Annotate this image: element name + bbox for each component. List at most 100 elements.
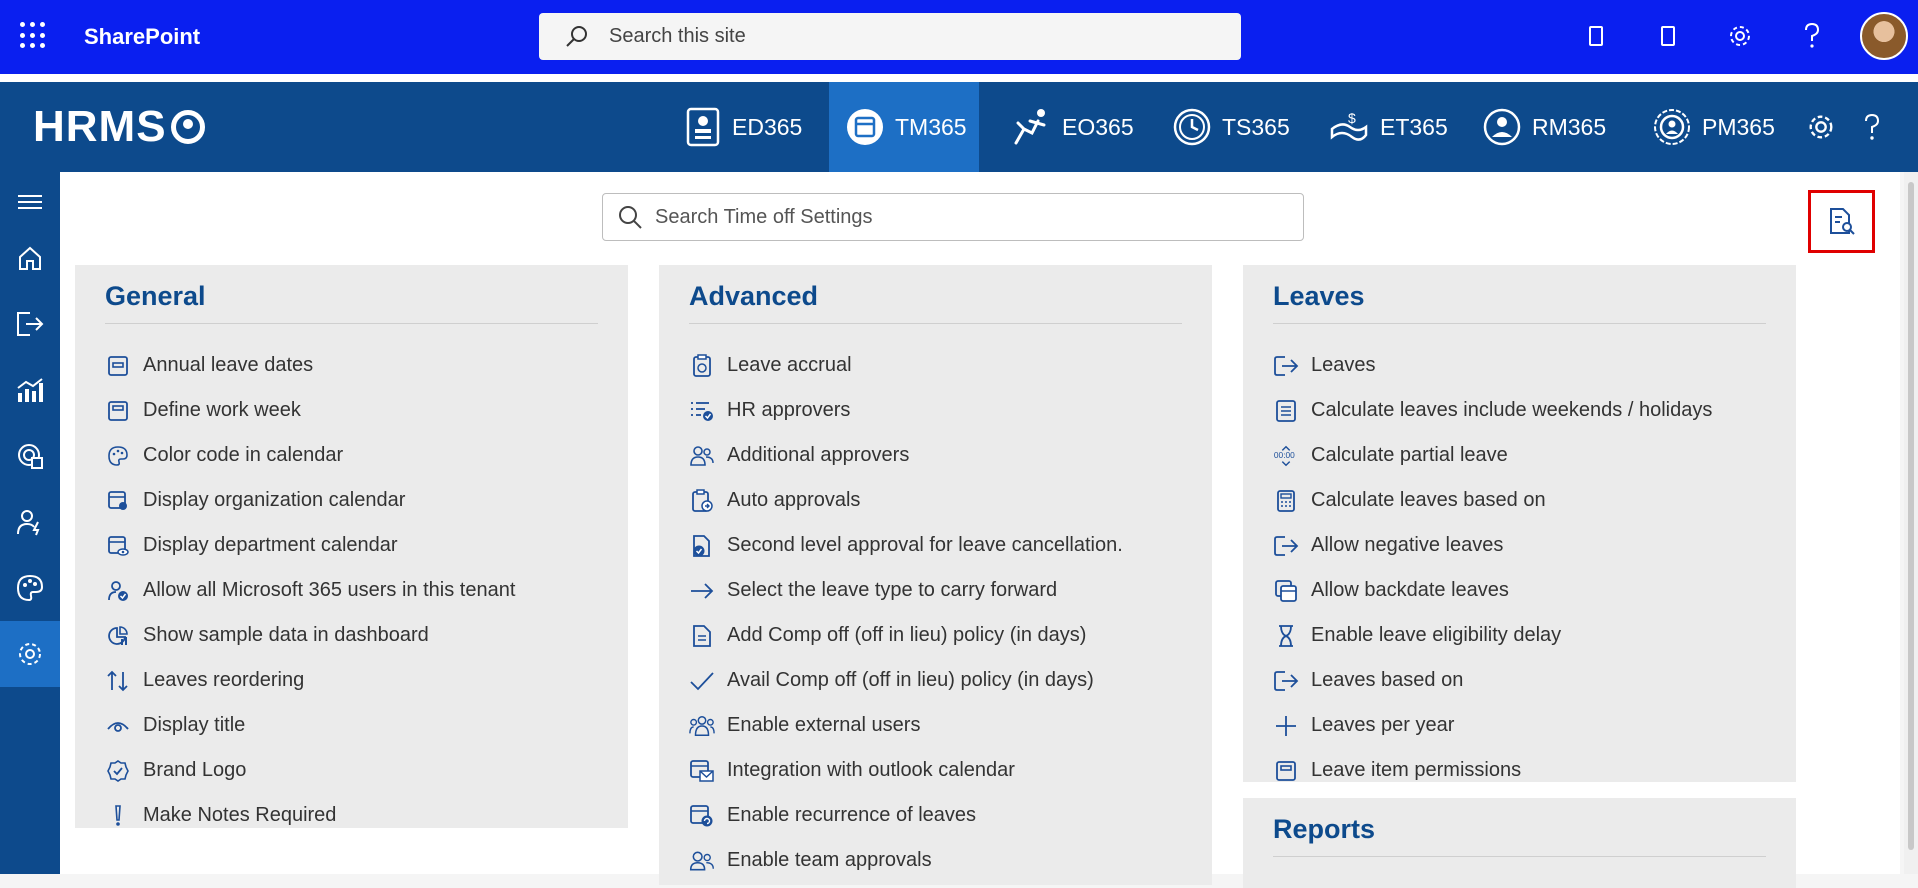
- list-item[interactable]: Select the leave type to carry forward: [689, 568, 1123, 613]
- general-settings-list: Annual leave dates Define work week Colo…: [105, 343, 515, 838]
- sort-arrows-icon: [105, 668, 131, 694]
- list-item[interactable]: Enable leave eligibility delay: [1273, 613, 1712, 658]
- list-item[interactable]: Enable recurrence of leaves: [689, 793, 1123, 838]
- list-item-label: Allow negative leaves: [1311, 534, 1504, 556]
- list-item[interactable]: Leave item permissions: [1273, 748, 1712, 793]
- list-item-label: Second level approval for leave cancella…: [727, 534, 1123, 556]
- list-item[interactable]: Leaves: [1273, 343, 1712, 388]
- list-item[interactable]: Avail Comp off (off in lieu) policy (in …: [689, 658, 1123, 703]
- list-item[interactable]: Brand Logo: [105, 748, 515, 793]
- list-item-label: Color code in calendar: [143, 444, 344, 466]
- list-item[interactable]: Calculate leaves based on: [1273, 478, 1712, 523]
- nav-rm365[interactable]: RM365: [1482, 82, 1632, 172]
- list-item[interactable]: Additional approvers: [689, 433, 1123, 478]
- sign-out-icon[interactable]: [0, 291, 60, 357]
- list-item[interactable]: Enable team approvals: [689, 838, 1123, 883]
- list-item[interactable]: Leaves per year: [1273, 703, 1712, 748]
- list-item[interactable]: Leave accrual: [689, 343, 1123, 388]
- list-item-label: Enable recurrence of leaves: [727, 804, 977, 826]
- help-icon: [1865, 113, 1880, 140]
- site-search-placeholder: Search this site: [609, 25, 746, 47]
- calendar-icon: [105, 398, 131, 424]
- list-item[interactable]: Allow all Microsoft 365 users in this te…: [105, 568, 515, 613]
- checkmark-icon: [689, 668, 715, 694]
- document-check-icon: [689, 533, 715, 559]
- ed365-icon: [686, 107, 720, 147]
- calendar-report-icon[interactable]: [0, 423, 60, 489]
- sharepoint-title[interactable]: SharePoint: [84, 24, 200, 50]
- analytics-icon[interactable]: [0, 357, 60, 423]
- divider: [105, 323, 598, 324]
- settings-gear-icon[interactable]: [0, 621, 60, 687]
- palette-icon[interactable]: [0, 555, 60, 621]
- list-item[interactable]: Make Notes Required: [105, 793, 515, 838]
- list-item-label: Add Comp off (off in lieu) policy (in da…: [727, 624, 1087, 646]
- list-item-label: Enable team approvals: [727, 849, 932, 871]
- card-title: Advanced: [689, 281, 819, 311]
- people-icon: [689, 443, 715, 469]
- time-off-settings-search[interactable]: Search Time off Settings: [602, 193, 1304, 241]
- list-item[interactable]: Annual leave dates: [105, 343, 515, 388]
- header-gap: [0, 74, 1918, 82]
- list-item[interactable]: Leaves reordering: [105, 658, 515, 703]
- hrms-settings-button[interactable]: [1806, 82, 1846, 172]
- app-launcher-icon[interactable]: [20, 22, 48, 50]
- pm365-icon: [1654, 109, 1690, 145]
- vertical-scrollbar[interactable]: [1904, 172, 1918, 874]
- divider: [1273, 856, 1766, 857]
- report-view-button[interactable]: [1808, 190, 1875, 253]
- nav-label: EO365: [1062, 113, 1134, 140]
- list-item[interactable]: Display department calendar: [105, 523, 515, 568]
- list-item[interactable]: Display organization calendar: [105, 478, 515, 523]
- list-item[interactable]: Display title: [105, 703, 515, 748]
- home-icon[interactable]: [0, 225, 60, 291]
- list-item[interactable]: Calculate leaves include weekends / holi…: [1273, 388, 1712, 433]
- list-item[interactable]: Leaves based on: [1273, 658, 1712, 703]
- tablet-icon[interactable]: [1654, 22, 1682, 50]
- user-avatar[interactable]: [1860, 12, 1908, 60]
- nav-pm365[interactable]: PM365: [1652, 82, 1802, 172]
- tm365-icon: [847, 109, 883, 145]
- advanced-card: Advanced Leave accrual HR approvers Addi…: [659, 265, 1212, 885]
- list-item[interactable]: Add Comp off (off in lieu) policy (in da…: [689, 613, 1123, 658]
- nav-eo365[interactable]: EO365: [1010, 82, 1160, 172]
- list-item[interactable]: Integration with outlook calendar: [689, 748, 1123, 793]
- card-title: Leaves: [1273, 281, 1365, 311]
- list-item-label: Calculate partial leave: [1311, 444, 1508, 466]
- list-item-label: Auto approvals: [727, 489, 861, 511]
- list-item-label: Leaves: [1311, 354, 1376, 376]
- list-item-label: Select the leave type to carry forward: [727, 579, 1058, 601]
- nav-tm365[interactable]: TM365: [829, 82, 979, 172]
- document-text-icon: [689, 623, 715, 649]
- device-icon[interactable]: [1582, 22, 1610, 50]
- list-item[interactable]: Allow negative leaves: [1273, 523, 1712, 568]
- list-check-icon: [689, 398, 715, 424]
- general-card: General Annual leave dates Define work w…: [75, 265, 628, 828]
- list-item[interactable]: Color code in calendar: [105, 433, 515, 478]
- nav-et365[interactable]: $ ET365: [1328, 82, 1478, 172]
- gear-icon: [1809, 115, 1833, 139]
- calendar-mail-icon: [689, 758, 715, 784]
- list-item[interactable]: Enable external users: [689, 703, 1123, 748]
- list-item[interactable]: Show sample data in dashboard: [105, 613, 515, 658]
- hrms-help-button[interactable]: [1862, 82, 1892, 172]
- settings-gear-icon[interactable]: [1726, 22, 1754, 50]
- nav-ts365[interactable]: TS365: [1172, 82, 1322, 172]
- search-icon: [619, 206, 642, 229]
- list-item[interactable]: Allow backdate leaves: [1273, 568, 1712, 613]
- list-item[interactable]: 00:00 Calculate partial leave: [1273, 433, 1712, 478]
- scrollbar-thumb[interactable]: [1908, 182, 1914, 850]
- help-icon[interactable]: [1798, 22, 1826, 50]
- list-item[interactable]: Second level approval for leave cancella…: [689, 523, 1123, 568]
- nav-ed365[interactable]: ED365: [684, 82, 828, 172]
- site-search-box[interactable]: Search this site: [539, 13, 1241, 60]
- user-settings-icon[interactable]: [0, 489, 60, 555]
- list-item[interactable]: HR approvers: [689, 388, 1123, 433]
- list-item[interactable]: Auto approvals: [689, 478, 1123, 523]
- divider: [1273, 323, 1766, 324]
- eo365-icon: [1014, 109, 1046, 145]
- hamburger-menu-icon[interactable]: [0, 172, 60, 232]
- list-item[interactable]: Define work week: [105, 388, 515, 433]
- eye-icon: [105, 713, 131, 739]
- hrms-logo[interactable]: HRMS: [33, 102, 205, 152]
